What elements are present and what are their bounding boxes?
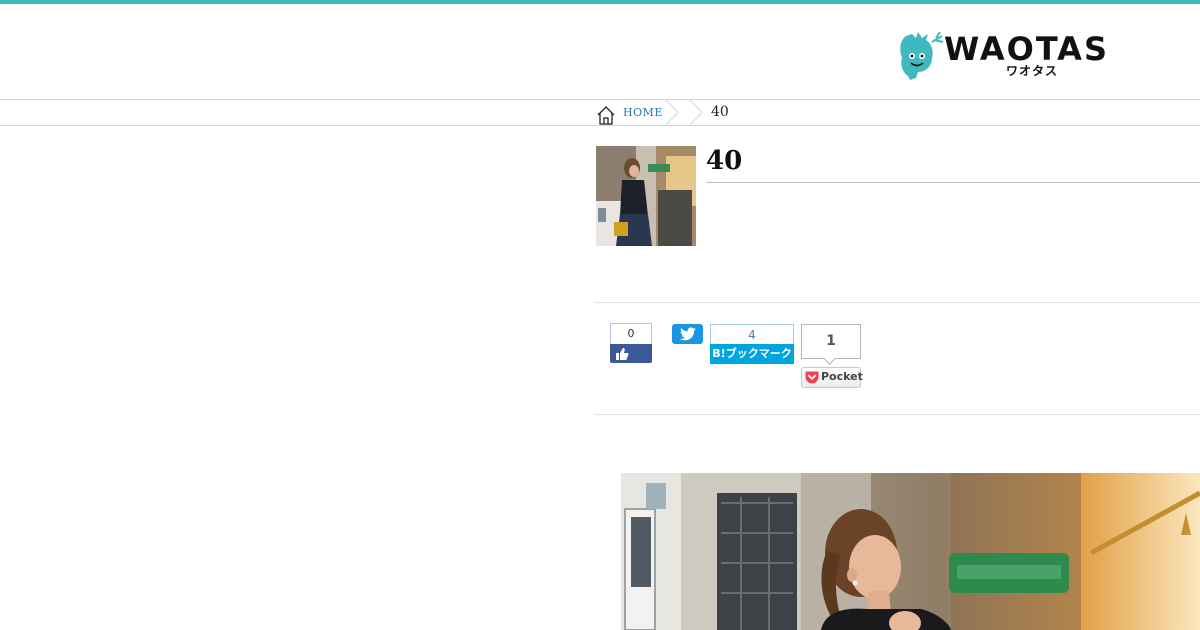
facebook-like-face[interactable] <box>610 344 652 363</box>
breadcrumb-current: 40 <box>711 104 729 120</box>
hatena-bookmark-label[interactable]: B!ブックマーク <box>710 344 794 364</box>
twitter-bird-icon <box>680 327 696 341</box>
hatena-bookmark-count: 4 <box>710 324 794 344</box>
divider <box>594 414 1200 415</box>
breadcrumb-separator-icon <box>689 100 704 125</box>
breadcrumb-separator-icon <box>665 100 680 125</box>
facebook-like-count: 0 <box>610 323 652 344</box>
thumbs-up-icon <box>616 348 629 360</box>
home-icon[interactable] <box>596 105 616 125</box>
featured-image <box>621 473 1200 630</box>
logo-subtext: ワオタス <box>1006 64 1059 78</box>
hatena-bookmark-button[interactable]: 4 B!ブックマーク <box>710 324 794 364</box>
pocket-label: Pocket <box>821 370 863 383</box>
twitter-share-button[interactable] <box>672 324 703 344</box>
facebook-like-button[interactable]: 0 <box>610 323 652 363</box>
pocket-save-button[interactable]: Pocket <box>801 367 863 388</box>
page-title: 40 <box>706 146 743 176</box>
divider <box>594 302 1200 303</box>
breadcrumb-home-link[interactable]: HOME <box>623 106 663 119</box>
title-underline <box>706 182 1200 183</box>
site-header: WAOTAS ワオタス <box>0 4 1200 100</box>
pocket-icon <box>805 371 819 384</box>
pocket-button[interactable]: 1 Pocket <box>801 324 863 388</box>
featured-photo <box>621 473 1200 630</box>
thumbnail-image <box>596 146 696 246</box>
breadcrumb: HOME 40 <box>0 100 1200 126</box>
site-logo[interactable]: WAOTAS ワオタス <box>896 30 1136 82</box>
post-thumbnail[interactable] <box>596 146 696 246</box>
waotas-mascot-icon <box>900 31 944 80</box>
